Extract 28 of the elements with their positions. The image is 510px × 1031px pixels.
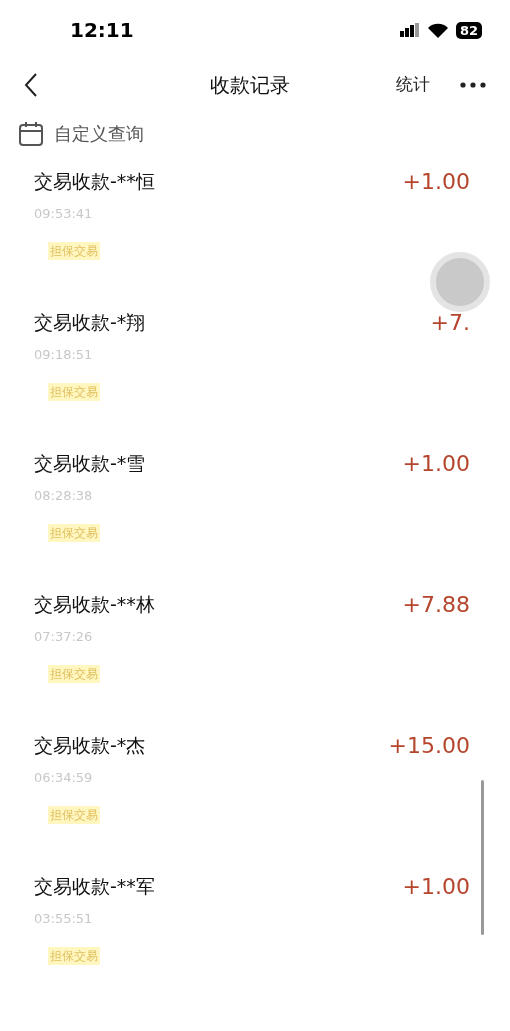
record-amount: +1.00 bbox=[402, 873, 470, 901]
record-tag: 担保交易 bbox=[48, 946, 100, 965]
calendar-icon bbox=[18, 120, 44, 147]
record-tag: 担保交易 bbox=[48, 523, 100, 542]
more-icon[interactable] bbox=[460, 82, 486, 88]
battery-level: 82 bbox=[455, 21, 482, 39]
back-icon[interactable] bbox=[24, 72, 38, 98]
record-tag: 担保交易 bbox=[48, 382, 100, 401]
record-amount: +1.00 bbox=[402, 168, 470, 196]
record-title: 交易收款-*翔 bbox=[34, 310, 146, 336]
record-tag: 担保交易 bbox=[48, 805, 100, 824]
record-title: 交易收款-**军 bbox=[34, 874, 155, 900]
record-tag: 担保交易 bbox=[48, 664, 100, 683]
statistics-button[interactable]: 统计 bbox=[396, 72, 430, 98]
record-amount: +15.00 bbox=[388, 732, 470, 760]
record-amount: +7. bbox=[430, 309, 470, 337]
record-tag: 担保交易 bbox=[48, 241, 100, 260]
record-title: 交易收款-*雪 bbox=[34, 451, 146, 477]
custom-query-button[interactable]: 自定义查询 bbox=[18, 120, 144, 147]
wifi-icon bbox=[427, 22, 448, 38]
page-title: 收款记录 bbox=[210, 72, 290, 99]
signal-icon bbox=[399, 23, 420, 37]
record-title: 交易收款-*杰 bbox=[34, 733, 146, 759]
record-amount: +7.88 bbox=[402, 591, 470, 619]
record-title: 交易收款-**恒 bbox=[34, 169, 155, 195]
record-title: 交易收款-**林 bbox=[34, 592, 155, 618]
status-time: 12:11 bbox=[70, 17, 134, 44]
record-amount: +1.00 bbox=[402, 450, 470, 478]
